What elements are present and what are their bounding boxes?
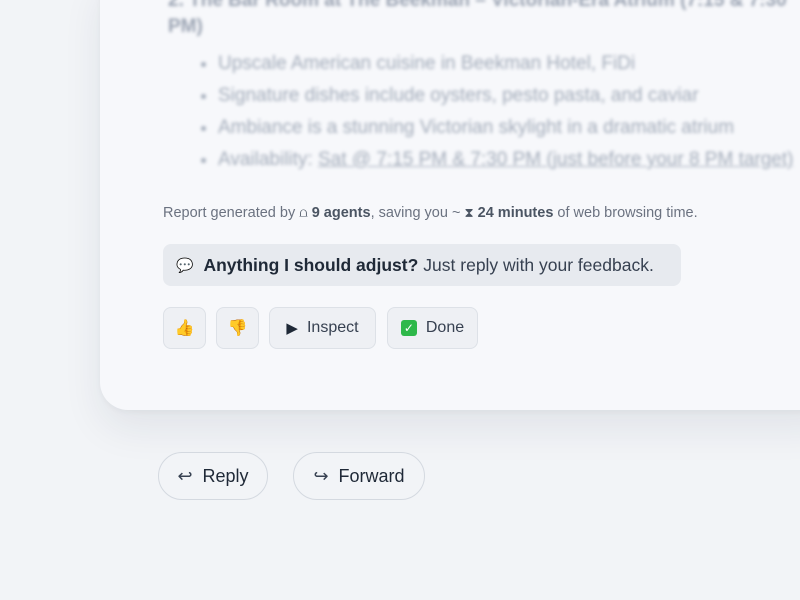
- restaurant-details-list: Upscale American cuisine in Beekman Hote…: [168, 48, 800, 176]
- reply-label: Reply: [202, 465, 249, 486]
- itinerary-content: 2. The Bar Room at The Beekman – Victori…: [168, 0, 800, 176]
- report-middle: , saving you ~: [370, 205, 461, 221]
- inspect-button[interactable]: ▶ Inspect: [269, 307, 376, 349]
- check-icon: ✓: [400, 320, 417, 336]
- minutes-saved: 24 minutes: [477, 205, 554, 221]
- thumbs-up-icon: 👍: [174, 320, 195, 337]
- forward-arrow-icon: ↪: [313, 465, 329, 486]
- list-item-availability: Availability: Sat @ 7:15 PM & 7:30 PM (j…: [218, 144, 800, 176]
- list-item: Upscale American cuisine in Beekman Hote…: [218, 48, 800, 80]
- reply-arrow-icon: ↩: [177, 465, 193, 486]
- availability-link[interactable]: Sat @ 7:15 PM & 7:30 PM (just before you…: [318, 149, 794, 170]
- inspect-label: Inspect: [306, 319, 359, 336]
- thumbs-down-button[interactable]: 👎: [216, 307, 259, 349]
- report-prefix: Report generated by: [163, 205, 296, 221]
- agents-count: 9 agents: [311, 205, 371, 221]
- thumbs-down-icon: 👎: [227, 320, 248, 337]
- speech-bubble-icon: 💬: [176, 256, 194, 273]
- list-item: Ambiance is a stunning Victorian skyligh…: [218, 112, 800, 144]
- thumbs-up-button[interactable]: 👍: [163, 307, 206, 349]
- report-suffix: of web browsing time.: [557, 205, 698, 221]
- availability-label: Availability:: [218, 149, 318, 170]
- feedback-question: Anything I should adjust?: [203, 254, 419, 275]
- done-label: Done: [425, 319, 465, 336]
- forward-button[interactable]: ↪ Forward: [293, 452, 425, 500]
- feedback-prompt: 💬 Anything I should adjust? Just reply w…: [163, 244, 681, 286]
- report-summary: Report generated by ⩍ 9 agents, saving y…: [163, 205, 698, 221]
- play-icon: ▶: [286, 320, 298, 337]
- list-item: Signature dishes include oysters, pesto …: [218, 80, 800, 112]
- forward-label: Forward: [338, 465, 405, 486]
- done-button[interactable]: ✓ Done: [387, 307, 478, 349]
- hourglass-icon: ⧗: [464, 205, 474, 220]
- reply-button[interactable]: ↩ Reply: [158, 452, 268, 500]
- feedback-instruction: Just reply with your feedback.: [423, 254, 654, 275]
- agents-icon: ⩍: [299, 205, 308, 220]
- restaurant-heading: 2. The Bar Room at The Beekman – Victori…: [168, 0, 787, 37]
